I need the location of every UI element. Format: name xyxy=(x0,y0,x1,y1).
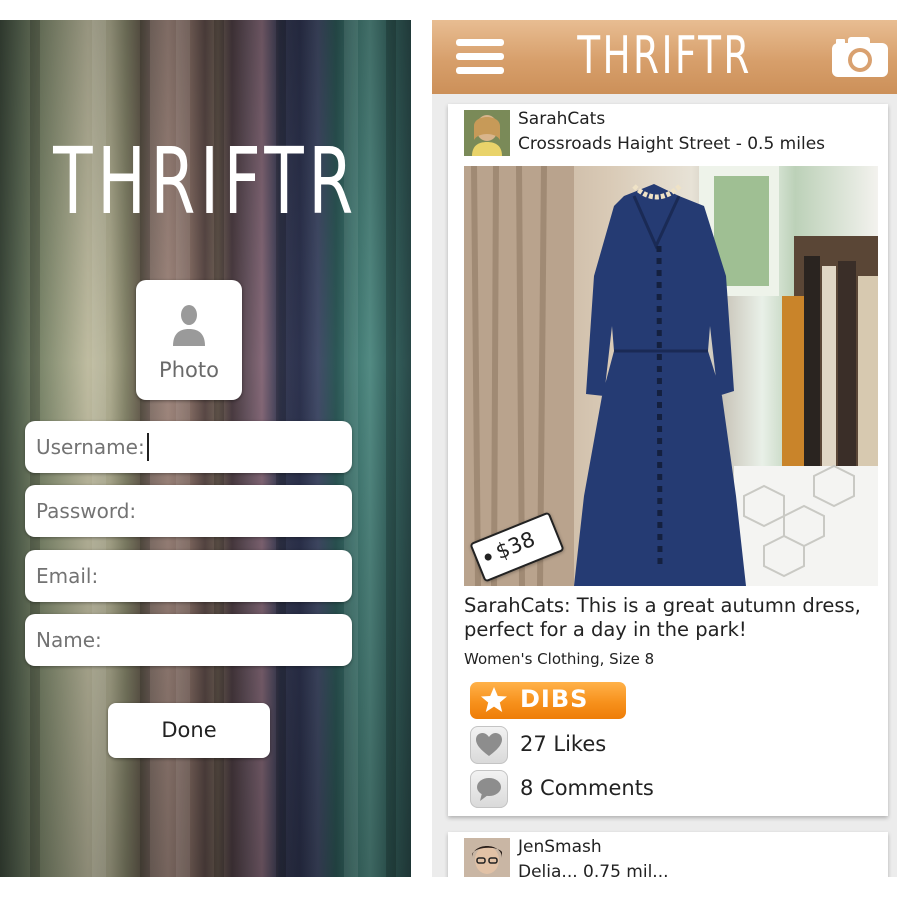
fabric-fold xyxy=(386,20,396,877)
password-placeholder: Password: xyxy=(36,499,137,523)
signup-screen: THRIFTR Photo Username: Password: Email:… xyxy=(0,20,411,877)
post-location: Delia... 0.75 mil... xyxy=(518,862,669,877)
app-logo: THRIFTR xyxy=(577,26,752,86)
tag-hole xyxy=(483,552,493,562)
avatar[interactable] xyxy=(464,838,510,877)
post-username[interactable]: SarahCats xyxy=(518,109,605,129)
username-placeholder: Username: xyxy=(36,435,145,459)
post-card: SarahCats Crossroads Haight Street - 0.5… xyxy=(448,104,888,816)
add-photo-label: Photo xyxy=(159,358,219,382)
add-photo-button[interactable]: Photo xyxy=(136,280,242,400)
star-icon xyxy=(481,687,507,712)
dibs-label: DIBS xyxy=(520,685,589,713)
person-silhouette-icon xyxy=(173,305,205,346)
camera-icon[interactable] xyxy=(830,35,890,79)
post-caption: SarahCats: This is a great autumn dress,… xyxy=(464,594,861,641)
email-field[interactable]: Email: xyxy=(25,550,352,602)
comments-count[interactable]: 8 Comments xyxy=(520,776,654,800)
done-button[interactable]: Done xyxy=(108,703,270,758)
dibs-button[interactable]: DIBS xyxy=(470,682,626,719)
name-field[interactable]: Name: xyxy=(25,614,352,666)
feed-screen: THRIFTR SarahCats Crossroads Haight Stre… xyxy=(432,20,897,877)
user-avatar-image xyxy=(464,110,510,156)
post-category: Women's Clothing, Size 8 xyxy=(464,650,655,668)
app-logo: THRIFTR xyxy=(53,128,358,235)
email-placeholder: Email: xyxy=(36,564,99,588)
username-field[interactable]: Username: xyxy=(25,421,352,473)
password-field[interactable]: Password: xyxy=(25,485,352,537)
text-cursor xyxy=(147,433,149,461)
likes-count[interactable]: 27 Likes xyxy=(520,732,606,756)
avatar[interactable] xyxy=(464,110,510,156)
post-location: Crossroads Haight Street - 0.5 miles xyxy=(518,134,826,154)
post-card: JenSmash Delia... 0.75 mil... xyxy=(448,832,888,877)
heart-icon xyxy=(476,733,502,756)
speech-bubble-icon xyxy=(477,778,501,801)
comment-button[interactable] xyxy=(470,770,508,808)
post-username[interactable]: JenSmash xyxy=(518,837,602,857)
price-label: $38 xyxy=(492,526,539,565)
like-button[interactable] xyxy=(470,726,508,764)
name-placeholder: Name: xyxy=(36,628,102,652)
post-photo[interactable]: $38 xyxy=(464,166,878,586)
top-navbar: THRIFTR xyxy=(432,20,897,94)
user-avatar-image xyxy=(464,838,510,877)
